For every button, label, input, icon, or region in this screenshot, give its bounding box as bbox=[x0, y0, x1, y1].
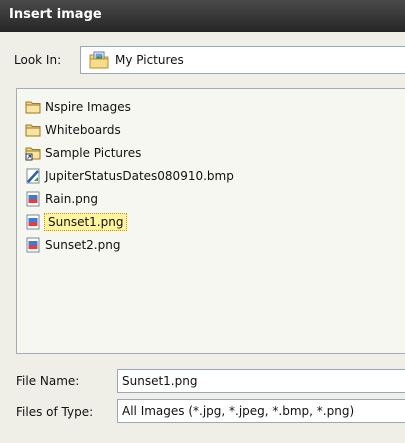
file-type-select[interactable]: All Images (*.jpg, *.jpeg, *.bmp, *.png) bbox=[117, 399, 405, 423]
list-item-label: JupiterStatusDates080910.bmp bbox=[45, 169, 234, 183]
png-file-icon bbox=[25, 214, 41, 230]
pictures-folder-icon bbox=[89, 51, 109, 72]
file-name-label: File Name: bbox=[16, 374, 80, 388]
look-in-select[interactable]: My Pictures bbox=[80, 46, 405, 74]
title-bar: Insert image bbox=[0, 0, 405, 32]
window-title: Insert image bbox=[9, 7, 102, 22]
list-item-label: Sunset1.png bbox=[44, 213, 128, 231]
list-item-label: Nspire Images bbox=[45, 100, 131, 114]
list-item-label: Sunset2.png bbox=[45, 238, 121, 252]
png-file-icon bbox=[25, 237, 41, 253]
bmp-file-icon bbox=[25, 168, 41, 184]
file-name-input[interactable] bbox=[117, 369, 405, 393]
png-file-icon bbox=[25, 191, 41, 207]
list-item-label: Sample Pictures bbox=[45, 146, 142, 160]
look-in-label: Look In: bbox=[14, 53, 62, 67]
file-list[interactable]: Nspire Images Whiteboards Sample Picture… bbox=[16, 88, 405, 354]
list-item-label: Whiteboards bbox=[45, 123, 121, 137]
look-in-value: My Pictures bbox=[115, 53, 184, 67]
folder-icon bbox=[25, 99, 41, 115]
folder-shortcut-icon bbox=[25, 145, 41, 161]
file-type-value: All Images (*.jpg, *.jpeg, *.bmp, *.png) bbox=[122, 404, 355, 418]
folder-icon bbox=[25, 122, 41, 138]
list-item-label: Rain.png bbox=[45, 192, 99, 206]
file-type-label: Files of Type: bbox=[16, 405, 94, 419]
